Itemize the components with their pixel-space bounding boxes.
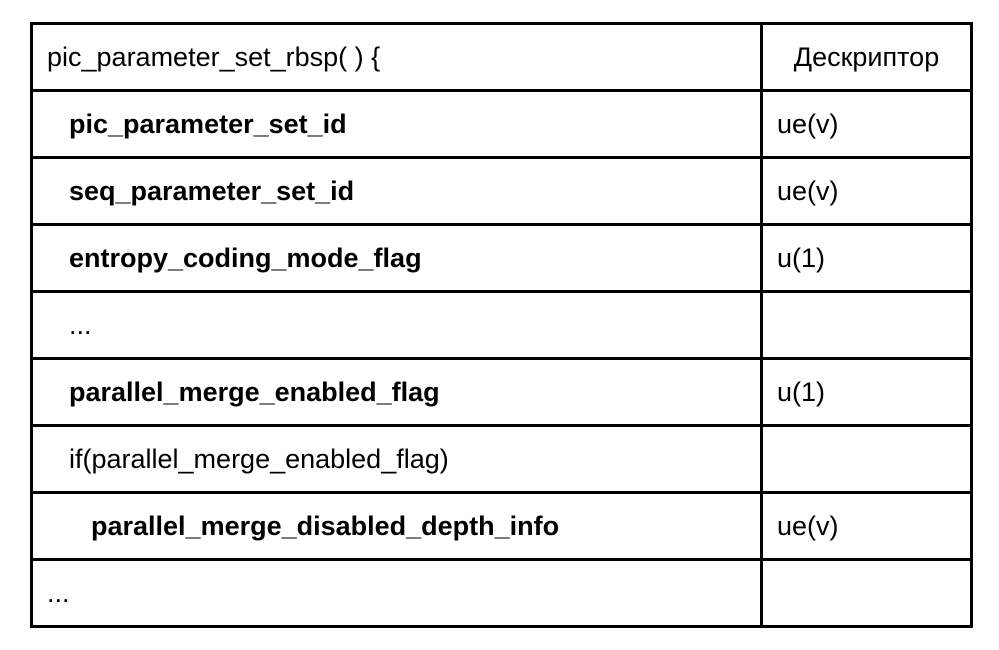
descriptor-cell: [762, 426, 972, 493]
syntax-cell: if(parallel_merge_enabled_flag): [32, 426, 762, 493]
table-row: if(parallel_merge_enabled_flag): [32, 426, 972, 493]
descriptor-cell: u(1): [762, 225, 972, 292]
syntax-table: pic_parameter_set_rbsp( ) { Дескриптор p…: [30, 22, 973, 628]
syntax-cell: pic_parameter_set_id: [32, 91, 762, 158]
syntax-cell: ...: [32, 560, 762, 627]
table-row: seq_parameter_set_idue(v): [32, 158, 972, 225]
syntax-cell: seq_parameter_set_id: [32, 158, 762, 225]
header-syntax: pic_parameter_set_rbsp( ) {: [32, 24, 762, 91]
descriptor-cell: ue(v): [762, 158, 972, 225]
table-header-row: pic_parameter_set_rbsp( ) { Дескриптор: [32, 24, 972, 91]
descriptor-cell: [762, 560, 972, 627]
syntax-cell: ...: [32, 292, 762, 359]
syntax-cell: entropy_coding_mode_flag: [32, 225, 762, 292]
table-row: pic_parameter_set_idue(v): [32, 91, 972, 158]
descriptor-cell: ue(v): [762, 493, 972, 560]
syntax-cell: parallel_merge_enabled_flag: [32, 359, 762, 426]
table-row: entropy_coding_mode_flagu(1): [32, 225, 972, 292]
descriptor-cell: [762, 292, 972, 359]
descriptor-cell: ue(v): [762, 91, 972, 158]
header-descriptor: Дескриптор: [762, 24, 972, 91]
descriptor-cell: u(1): [762, 359, 972, 426]
table-row: parallel_merge_disabled_depth_infoue(v): [32, 493, 972, 560]
syntax-cell: parallel_merge_disabled_depth_info: [32, 493, 762, 560]
table-row: parallel_merge_enabled_flagu(1): [32, 359, 972, 426]
table-row: ...: [32, 560, 972, 627]
table-row: ...: [32, 292, 972, 359]
